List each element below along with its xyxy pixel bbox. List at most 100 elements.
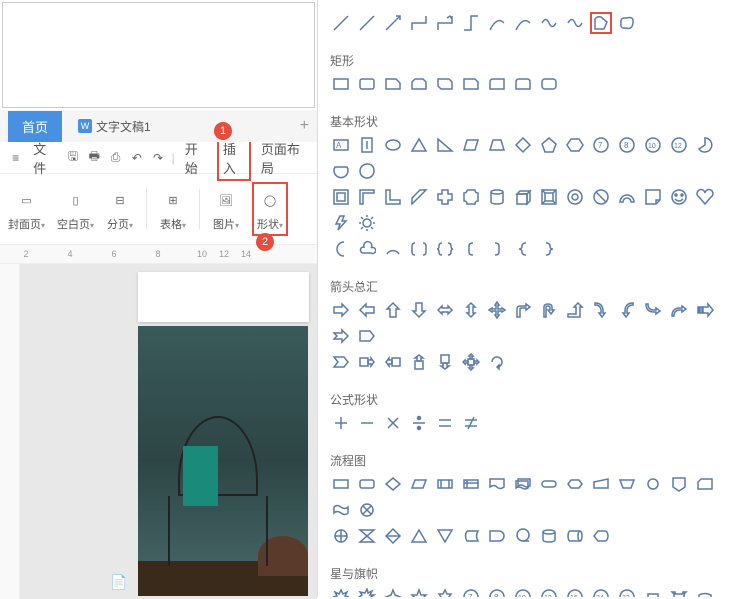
folded-corner-shape[interactable]	[642, 186, 664, 208]
blank-page-button[interactable]: ▯ 空白页▾	[57, 186, 94, 232]
donut-shape[interactable]	[564, 186, 586, 208]
ribbon-down-shape[interactable]	[668, 586, 690, 597]
tab-document[interactable]: W 文字文稿1	[70, 114, 159, 139]
snip-rect-shape[interactable]	[408, 73, 430, 95]
tab-new-icon[interactable]: +	[300, 117, 309, 135]
textbox-v-shape[interactable]	[356, 134, 378, 156]
callout-arrow-shape[interactable]	[356, 351, 378, 373]
divide-shape[interactable]	[408, 412, 430, 434]
flow-tape-shape[interactable]	[330, 499, 352, 521]
curved-up-arrow-shape[interactable]	[668, 299, 690, 321]
pentagon-shape[interactable]	[538, 134, 560, 156]
pagebreak-button[interactable]: ⊟ 分页▾	[106, 186, 134, 232]
can-shape[interactable]	[486, 186, 508, 208]
elbow-arrow-shape[interactable]	[434, 12, 456, 34]
flow-manual-input-shape[interactable]	[590, 473, 612, 495]
explosion2-shape[interactable]	[356, 586, 378, 597]
right-brace-shape[interactable]	[538, 238, 560, 260]
flow-data-shape[interactable]	[408, 473, 430, 495]
pie-shape[interactable]	[694, 134, 716, 156]
flow-preparation-shape[interactable]	[564, 473, 586, 495]
striped-arrow-shape[interactable]	[694, 299, 716, 321]
flow-terminator-shape[interactable]	[538, 473, 560, 495]
smiley-shape[interactable]	[668, 186, 690, 208]
flow-multidoc-shape[interactable]	[512, 473, 534, 495]
scribble-shape[interactable]	[564, 12, 586, 34]
star10-shape[interactable]: 10	[512, 586, 534, 597]
curve-shape[interactable]	[538, 12, 560, 34]
round-rect-shape[interactable]	[486, 73, 508, 95]
inserted-image[interactable]	[138, 326, 308, 596]
triangle-shape[interactable]	[408, 134, 430, 156]
ribbon-curved-shape[interactable]	[694, 586, 716, 597]
curved-right-arrow-shape[interactable]	[590, 299, 612, 321]
callout-arrow-shape[interactable]	[382, 351, 404, 373]
flow-sort-shape[interactable]	[382, 525, 404, 547]
flow-magnetic-disk-shape[interactable]	[538, 525, 560, 547]
no-symbol-shape[interactable]	[590, 186, 612, 208]
flow-display-shape[interactable]	[590, 525, 612, 547]
undo-icon[interactable]: ↶	[129, 149, 144, 167]
menu-start[interactable]: 开始	[181, 137, 211, 179]
flow-card-shape[interactable]	[694, 473, 716, 495]
flow-direct-access-shape[interactable]	[564, 525, 586, 547]
snip-rect-shape[interactable]	[434, 73, 456, 95]
star4-shape[interactable]	[382, 586, 404, 597]
curve-arrow-shape[interactable]	[512, 12, 534, 34]
star5-shape[interactable]	[408, 586, 430, 597]
callout-arrow-shape[interactable]	[408, 351, 430, 373]
double-bracket-shape[interactable]	[408, 238, 430, 260]
up-down-arrow-shape[interactable]	[460, 299, 482, 321]
diagonal-stripe-shape[interactable]	[408, 186, 430, 208]
flow-alt-process-shape[interactable]	[356, 473, 378, 495]
elbow-shape[interactable]	[408, 12, 430, 34]
frame-shape[interactable]	[330, 186, 352, 208]
hexagon-shape[interactable]	[564, 134, 586, 156]
flow-manual-op-shape[interactable]	[616, 473, 638, 495]
flow-junction-shape[interactable]	[356, 499, 378, 521]
round-snip-rect-shape[interactable]	[460, 73, 482, 95]
chevron-shape[interactable]	[330, 351, 352, 373]
preview-icon[interactable]: ⎙	[108, 149, 123, 167]
octagon-shape[interactable]: 8	[616, 134, 638, 156]
shape-button[interactable]: ◯ 形状▾	[252, 182, 288, 236]
heart-shape[interactable]	[694, 186, 716, 208]
multiply-shape[interactable]	[382, 412, 404, 434]
left-right-arrow-shape[interactable]	[434, 299, 456, 321]
block-arc-shape[interactable]	[616, 186, 638, 208]
elbow-shape[interactable]	[460, 12, 482, 34]
l-shape[interactable]	[382, 186, 404, 208]
lightning-shape[interactable]	[330, 212, 352, 234]
left-bracket-shape[interactable]	[460, 238, 482, 260]
right-bracket-shape[interactable]	[486, 238, 508, 260]
flow-collate-shape[interactable]	[356, 525, 378, 547]
dodecagon-shape[interactable]: 12	[668, 134, 690, 156]
diamond-shape[interactable]	[512, 134, 534, 156]
star32-shape[interactable]: 32	[616, 586, 638, 597]
flow-stored-data-shape[interactable]	[460, 525, 482, 547]
freeform-shape[interactable]	[590, 12, 612, 34]
menu-layout[interactable]: 页面布局	[257, 137, 309, 179]
up-arrow-shape[interactable]	[382, 299, 404, 321]
not-equal-shape[interactable]	[460, 412, 482, 434]
plaque-shape[interactable]	[460, 186, 482, 208]
save-icon[interactable]: 🖫	[65, 149, 80, 167]
snip-rect-shape[interactable]	[382, 73, 404, 95]
round-rect-shape[interactable]	[538, 73, 560, 95]
circular-arrow-shape[interactable]	[486, 351, 508, 373]
textbox-shape[interactable]: A	[330, 134, 352, 156]
down-arrow-shape[interactable]	[408, 299, 430, 321]
left-arrow-shape[interactable]	[356, 299, 378, 321]
picture-button[interactable]: 🖼 图片▾	[212, 186, 240, 232]
star7-shape[interactable]: 7	[460, 586, 482, 597]
equal-shape[interactable]	[434, 412, 456, 434]
arrow-line-shape[interactable]	[382, 12, 404, 34]
flow-extract-shape[interactable]	[408, 525, 430, 547]
curved-left-arrow-shape[interactable]	[616, 299, 638, 321]
line-shape[interactable]	[356, 12, 378, 34]
uturn-arrow-shape[interactable]	[538, 299, 560, 321]
decagon-shape[interactable]: 10	[642, 134, 664, 156]
ribbon-up-shape[interactable]	[642, 586, 664, 597]
pentagon-arrow-shape[interactable]	[356, 325, 378, 347]
arc-shape[interactable]	[382, 238, 404, 260]
